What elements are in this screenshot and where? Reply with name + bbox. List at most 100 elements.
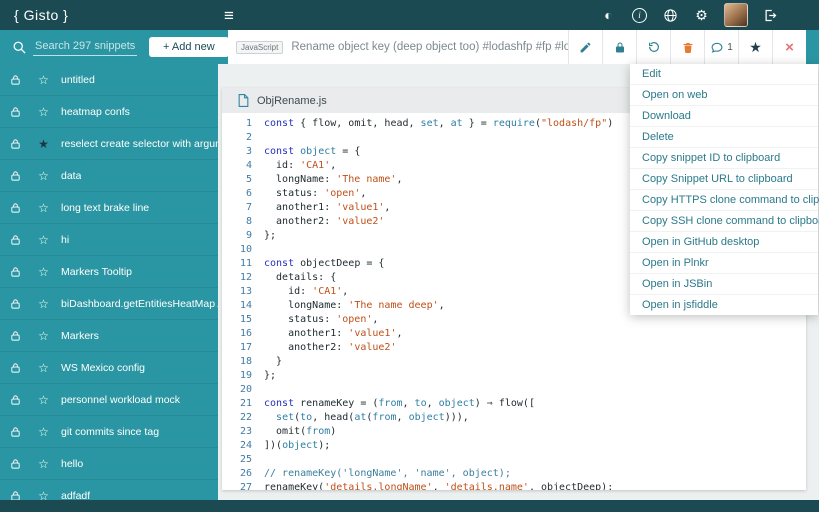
line-number: 19	[239, 370, 252, 381]
list-item[interactable]: ★ reselect create selector with arguments	[0, 128, 218, 160]
lock-icon	[10, 266, 24, 278]
lock-icon	[10, 106, 24, 118]
comments-button[interactable]: 1	[704, 30, 738, 64]
code-line[interactable]: 21 const renameKey = (from, to, object) ⇒…	[222, 397, 806, 411]
snippet-list-item-label: hello	[61, 457, 84, 470]
logout-icon[interactable]	[762, 7, 779, 24]
info-icon[interactable]: i	[631, 7, 648, 24]
hamburger-menu-icon[interactable]: ≡	[224, 7, 234, 24]
list-item[interactable]: ☆ hello	[0, 448, 218, 480]
star-icon[interactable]: ☆	[36, 329, 51, 343]
history-icon	[648, 42, 659, 52]
line-number: 12	[239, 272, 252, 283]
code-line[interactable]: 19};	[222, 369, 806, 383]
menu-item[interactable]: Open in Plnkr	[630, 253, 818, 274]
star-icon[interactable]: ☆	[36, 105, 51, 119]
menu-item[interactable]: Copy SSH clone command to clipboard	[630, 211, 819, 232]
star-icon[interactable]: ☆	[36, 457, 51, 471]
code-text: longName: 'The name',	[264, 174, 403, 185]
list-item[interactable]: ☆ WS Mexico config	[0, 352, 218, 384]
list-item[interactable]: ☆ data	[0, 160, 218, 192]
code-text: const objectDeep = {	[264, 258, 385, 269]
list-item[interactable]: ☆ adfadf	[0, 480, 218, 500]
menu-item[interactable]: Copy snippet ID to clipboard	[630, 148, 818, 169]
line-number: 26	[239, 468, 252, 479]
menu-item[interactable]: Download	[630, 106, 818, 127]
code-line[interactable]: 17 another2: 'value2'	[222, 341, 806, 355]
list-item[interactable]: ☆ biDashboard.getEntitiesHeatMap API	[0, 288, 218, 320]
star-icon[interactable]: ★	[36, 137, 51, 151]
code-line[interactable]: 24])(object);	[222, 439, 806, 453]
code-text: omit(from)	[264, 426, 337, 437]
star-icon[interactable]: ☆	[36, 201, 51, 215]
code-line[interactable]: 27 renameKey('details.longName', 'details…	[222, 481, 806, 490]
add-new-button[interactable]: + Add new	[149, 37, 229, 57]
snippet-list-item-label: long text brake line	[61, 201, 150, 214]
globe-icon[interactable]	[662, 7, 679, 24]
code-text: status: 'open',	[264, 314, 379, 325]
history-button[interactable]	[636, 30, 670, 64]
menu-item[interactable]: Copy HTTPS clone command to clipboard	[630, 190, 819, 211]
code-text: id: 'CA1',	[264, 160, 337, 171]
star-button[interactable]: ★	[738, 30, 772, 64]
line-number: 20	[239, 384, 252, 395]
lock-icon	[10, 394, 24, 406]
star-icon[interactable]: ☆	[36, 73, 51, 87]
code-line[interactable]: 16 another1: 'value1',	[222, 327, 806, 341]
snippet-list-item-label: hi	[61, 233, 70, 246]
code-text: // renameKey('longName', 'name', object)…	[264, 468, 511, 479]
line-number: 8	[245, 216, 252, 227]
list-item[interactable]: ☆ personnel workload mock	[0, 384, 218, 416]
star-icon[interactable]: ☆	[36, 489, 51, 501]
star-icon[interactable]: ☆	[36, 425, 51, 439]
delete-button[interactable]	[670, 30, 704, 64]
close-button[interactable]: ×	[772, 30, 806, 64]
lock-icon	[10, 362, 24, 374]
line-number: 6	[245, 188, 252, 199]
code-line[interactable]: 26 // renameKey('longName', 'name', objec…	[222, 467, 806, 481]
code-line[interactable]: 23 omit(from)	[222, 425, 806, 439]
edit-button[interactable]	[568, 30, 602, 64]
snippet-header: JavaScript Rename object key (deep objec…	[228, 30, 806, 64]
code-line[interactable]: 18 }	[222, 355, 806, 369]
code-line[interactable]: 15 status: 'open',	[222, 313, 806, 327]
lock-button[interactable]	[602, 30, 636, 64]
search-icon[interactable]	[12, 40, 27, 55]
bottombar	[0, 500, 819, 512]
menu-item[interactable]: Edit	[630, 64, 818, 85]
menu-item[interactable]: Delete	[630, 127, 818, 148]
context-menu: Edit Open on web Download Delete Copy snippe…	[630, 64, 819, 315]
theme-toggle-icon[interactable]: ◐	[600, 7, 617, 24]
star-icon[interactable]: ☆	[36, 233, 51, 247]
list-item[interactable]: ☆ hi	[0, 224, 218, 256]
settings-gear-icon[interactable]: ⚙	[693, 7, 710, 24]
avatar[interactable]	[724, 3, 748, 27]
star-icon[interactable]: ☆	[36, 169, 51, 183]
star-icon[interactable]: ☆	[36, 297, 51, 311]
star-icon[interactable]: ☆	[36, 361, 51, 375]
menu-item[interactable]: Open in JSBin	[630, 274, 818, 295]
search-input[interactable]	[33, 38, 137, 56]
menu-item[interactable]: Open on web	[630, 85, 818, 106]
list-item[interactable]: ☆ untitled	[0, 64, 218, 96]
sidebar: ☆ untitled ☆ heatmap confs ★ reselect create …	[0, 64, 218, 500]
code-line[interactable]: 20	[222, 383, 806, 397]
list-item[interactable]: ☆ Markers	[0, 320, 218, 352]
code-line[interactable]: 25	[222, 453, 806, 467]
star-icon[interactable]: ☆	[36, 265, 51, 279]
menu-item[interactable]: Copy Snippet URL to clipboard	[630, 169, 818, 190]
line-number: 18	[239, 356, 252, 367]
list-item[interactable]: ☆ long text brake line	[0, 192, 218, 224]
code-text: another2: 'value2'	[264, 342, 397, 353]
list-item[interactable]: ☆ git commits since tag	[0, 416, 218, 448]
trash-icon	[683, 42, 692, 53]
code-line[interactable]: 22 set(to, head(at(from, object))),	[222, 411, 806, 425]
line-number: 23	[239, 426, 252, 437]
snippet-list-item-label: heatmap confs	[61, 105, 130, 118]
list-item[interactable]: ☆ heatmap confs	[0, 96, 218, 128]
menu-item[interactable]: Open in jsfiddle	[630, 295, 818, 315]
menu-item[interactable]: Open in GitHub desktop	[630, 232, 818, 253]
line-number: 2	[245, 132, 252, 143]
star-icon[interactable]: ☆	[36, 393, 51, 407]
list-item[interactable]: ☆ Markers Tooltip	[0, 256, 218, 288]
